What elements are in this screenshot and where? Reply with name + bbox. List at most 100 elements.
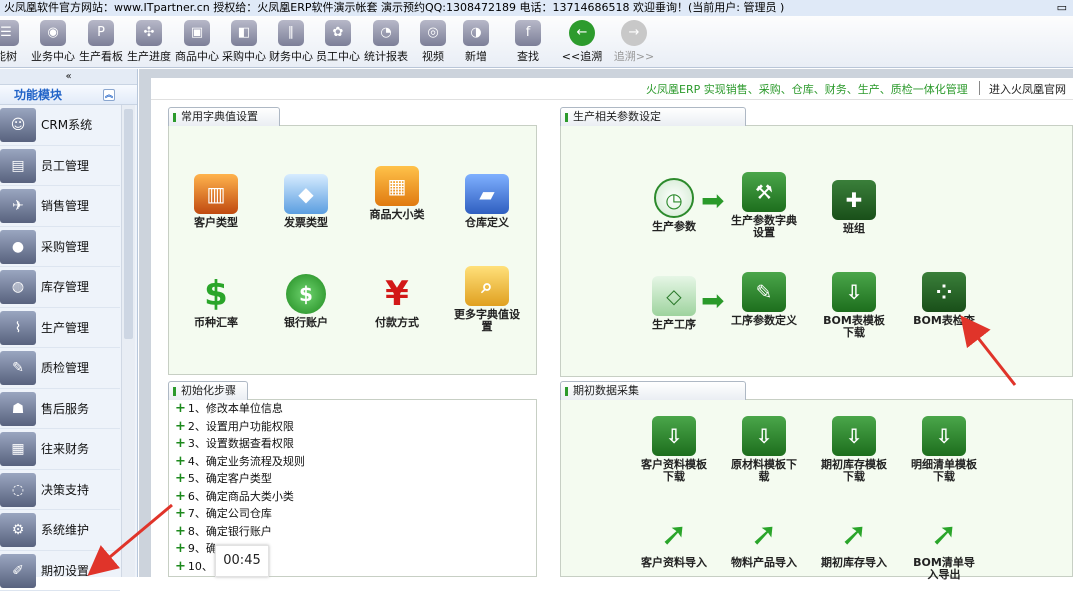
expand-plus-icon: + [175,524,186,539]
title-text: 火凤凰软件官方网站：www.ITpartner.cn 授权给：火凤凰ERP软件演… [4,1,784,14]
toolbar-business-center-button[interactable]: ◉业务中心 [29,18,77,66]
warehouse-definition-item[interactable]: ▰仓库定义 [452,174,522,229]
step-item[interactable]: +9、确 [175,540,217,557]
toolbar-statistics-report-button[interactable]: ◔统计报表 [362,18,410,66]
toolbar-production-board-button[interactable]: P生产看板 [77,18,125,66]
toolbar-trace-back-button[interactable]: ←<<追溯 [558,18,606,66]
clock-icon: ◷ [654,178,694,218]
sidebar-item-maintenance[interactable]: ⚙系统维护 [0,510,120,551]
goods-icon: ▣ [184,20,210,46]
toolbar-purchase-center-button[interactable]: ◧采购中心 [220,18,268,66]
sidebar-item-purchase[interactable]: ●采购管理 [0,227,120,268]
toolbar-add-button[interactable]: ◑新增 [452,18,500,66]
step-item[interactable]: +2、设置用户功能权限 [175,418,294,435]
more-dict-settings-item[interactable]: ⌕更多字典值设置 [452,266,522,333]
invoice-type-item[interactable]: ◆发票类型 [271,174,341,229]
sidebar-item-finance[interactable]: ▦往来财务 [0,429,120,470]
toolbar-function-tree-button[interactable]: ☰能树 [0,18,30,66]
customer-type-item[interactable]: ▥客户类型 [181,174,251,229]
step-item[interactable]: +6、确定商品大类小类 [175,488,294,505]
bom-template-download-item[interactable]: ⇩BOM表模板下载 [819,272,889,339]
toolbar-production-progress-button[interactable]: ✣生产进度 [125,18,173,66]
production-params-tab[interactable]: 生产相关参数设定 [560,107,746,126]
module-header[interactable]: 功能模块 ︽ [0,85,137,105]
toolbar-goods-center-button[interactable]: ▣商品中心 [173,18,221,66]
expand-plus-icon: + [175,454,186,469]
sidebar-item-sales[interactable]: ✈销售管理 [0,186,120,227]
toolbar-trace-forward-button[interactable]: →追溯>> [610,18,658,66]
window-restore-button[interactable]: ▭ [1057,0,1067,16]
expand-plus-icon: + [175,436,186,451]
crm-icon: ☺ [0,108,36,142]
step-item[interactable]: +8、确定银行账户 [175,523,272,540]
team-item[interactable]: ✚班组 [819,180,889,235]
import-arrow-icon: ➚ [922,514,966,554]
step-item[interactable]: +4、确定业务流程及规则 [175,453,305,470]
goods-category-item[interactable]: ▦商品大小类 [362,166,432,221]
sidebar-item-decision[interactable]: ◌决策支持 [0,470,120,511]
bom-check-item[interactable]: ⁘BOM表检查 [909,272,979,327]
bank-account-item[interactable]: $银行账户 [271,274,341,329]
sidebar-scrollbar-thumb[interactable] [124,109,133,339]
official-site-link[interactable]: 进入火凤凰官网 [989,81,1066,97]
collapse-up-icon[interactable]: ︽ [103,89,115,101]
stock-import-item[interactable]: ➚期初库存导入 [819,514,889,569]
production-params-panel: 生产相关参数设定 ◷生产参数 ➡ ⚒生产参数字典设置 ✚班组 ◇生产工序 ➡ ✎… [560,125,1073,377]
back-arrow-icon: ← [569,20,595,46]
customer-template-download-item[interactable]: ⇩客户资料模板下载 [639,416,709,483]
sidebar-item-service[interactable]: ☗售后服务 [0,389,120,430]
initial-data-tab[interactable]: 期初数据采集 [560,381,746,400]
report-icon: ◔ [373,20,399,46]
currency-rate-item[interactable]: $币种汇率 [181,274,251,329]
sidebar-item-crm[interactable]: ☺CRM系统 [0,105,120,146]
stock-template-download-item[interactable]: ⇩期初库存模板下载 [819,416,889,483]
flow-arrow-icon: ➡ [701,184,724,217]
production-params-item[interactable]: ◷生产参数 [639,178,709,233]
step-item[interactable]: +1、修改本单位信息 [175,400,283,417]
import-arrow-icon: ➚ [652,514,696,554]
service-icon: ☗ [0,392,36,426]
init-steps-tab[interactable]: 初始化步骤 [168,381,248,400]
download-folder-icon: ⇩ [922,416,966,456]
import-arrow-icon: ➚ [832,514,876,554]
production-dict-settings-item[interactable]: ⚒生产参数字典设置 [729,172,799,239]
sidebar-scrollbar[interactable] [121,105,135,577]
sidebar-item-stock[interactable]: ◍库存管理 [0,267,120,308]
production-process-item[interactable]: ◇生产工序 [639,276,709,331]
step-item[interactable]: +5、确定客户类型 [175,470,272,487]
yen-icon: ¥ [375,274,419,314]
stock-icon: ◍ [0,270,36,304]
bom-import-export-item[interactable]: ➚BOM清单导入导出 [909,514,979,581]
toolbar-find-button[interactable]: f查找 [504,18,552,66]
detail-list-template-download-item[interactable]: ⇩明细清单模板下载 [909,416,979,483]
board-icon: P [88,20,114,46]
sidebar-item-production[interactable]: ⌇生产管理 [0,308,120,349]
calculator-icon: ▦ [0,432,36,466]
sidebar-collapse-button[interactable]: « [0,69,137,85]
step-item[interactable]: +3、设置数据查看权限 [175,435,294,452]
step-item[interactable]: +7、确定公司仓库 [175,505,272,522]
dots-folder-icon: ⁘ [922,272,966,312]
download-folder-icon: ⇩ [832,416,876,456]
toolbar-staff-center-button[interactable]: ✿员工中心 [314,18,362,66]
tag-icon: ◇ [652,276,696,316]
expand-plus-icon: + [175,489,186,504]
process-params-item[interactable]: ✎工序参数定义 [729,272,799,327]
purchase-icon: ◧ [231,20,257,46]
business-icon: ◉ [40,20,66,46]
sidebar-item-initial-setup[interactable]: ✐期初设置 [0,551,120,591]
step-item[interactable]: +10、 [175,558,213,575]
progress-icon: ✣ [136,20,162,46]
material-product-import-item[interactable]: ➚物料产品导入 [729,514,799,569]
customer-import-item[interactable]: ➚客户资料导入 [639,514,709,569]
folder-search-icon: ⌕ [465,266,509,306]
toolbar-video-button[interactable]: ◎视频 [409,18,457,66]
sidebar-item-quality[interactable]: ✎质检管理 [0,348,120,389]
sidebar-item-staff[interactable]: ▤员工管理 [0,146,120,187]
payment-method-item[interactable]: ¥付款方式 [362,274,432,329]
material-template-download-item[interactable]: ⇩原材料模板下载 [729,416,799,483]
expand-plus-icon: + [175,541,186,556]
toolbar-finance-center-button[interactable]: ∥财务中心 [267,18,315,66]
dict-settings-tab[interactable]: 常用字典值设置 [168,107,280,126]
title-bar: 火凤凰软件官方网站：www.ITpartner.cn 授权给：火凤凰ERP软件演… [0,0,1073,16]
